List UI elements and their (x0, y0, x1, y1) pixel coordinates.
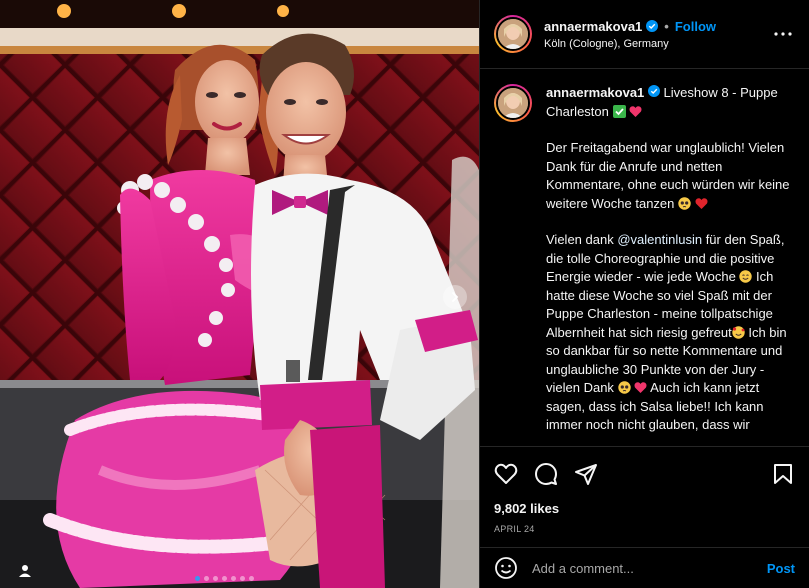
more-horizontal-icon (774, 32, 792, 36)
caption-paragraph-2-start: Vielen dank (546, 232, 618, 247)
location-link[interactable]: Köln (Cologne), Germany (544, 38, 716, 50)
check-mark-button-emoji (612, 104, 626, 118)
more-options-button[interactable] (771, 22, 795, 46)
verified-badge-icon (646, 20, 659, 32)
smiling-face-emoji (739, 270, 753, 283)
carousel-dot (204, 576, 209, 581)
header-username[interactable]: annaermakova1 (544, 19, 642, 34)
sparkling-heart-emoji (634, 381, 647, 394)
save-button[interactable] (771, 462, 795, 486)
smiley-icon (495, 557, 517, 579)
post-date: APRIL 24 (494, 524, 535, 534)
chevron-right-icon (452, 292, 459, 302)
next-slide-button[interactable] (443, 285, 467, 309)
comment-icon (535, 463, 557, 485)
carousel-indicators (195, 576, 254, 581)
verified-badge-icon (647, 85, 660, 97)
carousel-dot (240, 576, 245, 581)
emoji-picker-button[interactable] (494, 556, 518, 580)
pleading-face-emoji (678, 196, 691, 210)
share-button[interactable] (574, 462, 598, 486)
caption-paragraph-1: Der Freitagabend war unglaublich! Vielen… (546, 140, 790, 211)
user-tag-icon (19, 565, 31, 577)
caption-username[interactable]: annaermakova1 (546, 85, 644, 100)
carousel-dot (231, 576, 236, 581)
post-side-panel: annaermakova1 • Follow Köln (Cologne), G… (479, 0, 809, 588)
carousel-dot (195, 576, 200, 581)
avatar[interactable] (494, 15, 532, 53)
caption-text: annaermakova1 Liveshow 8 - Puppe Charles… (546, 84, 795, 435)
heart-icon (494, 463, 518, 484)
caption-avatar[interactable] (494, 84, 532, 122)
post-actions: 9,802 likes APRIL 24 (480, 446, 809, 534)
red-heart-emoji (695, 197, 708, 210)
follow-button[interactable]: Follow (675, 19, 716, 34)
likes-count[interactable]: 9,802 likes (494, 501, 795, 516)
like-button[interactable] (494, 462, 518, 486)
post-header: annaermakova1 • Follow Köln (Cologne), G… (480, 0, 809, 69)
comment-button[interactable] (534, 462, 558, 486)
carousel-dot (213, 576, 218, 581)
sparkling-heart-emoji (629, 105, 642, 118)
comment-input[interactable] (532, 560, 753, 576)
tagged-users-button[interactable] (12, 561, 38, 581)
separator-dot: • (664, 18, 669, 34)
caption-scroll-area[interactable]: annaermakova1 Liveshow 8 - Puppe Charles… (480, 70, 809, 446)
comment-bar: Post (480, 547, 809, 588)
post-photo (0, 0, 479, 588)
pleading-face-emoji (617, 381, 631, 394)
avatar-image (498, 88, 528, 118)
carousel-dot (249, 576, 254, 581)
paper-plane-icon (575, 464, 597, 485)
carousel-dot (222, 576, 227, 581)
mention-link[interactable]: @valentinlusin (617, 232, 702, 247)
avatar-image (498, 19, 528, 49)
smiling-face-with-hearts-emoji (732, 325, 745, 339)
bookmark-icon (774, 464, 792, 484)
post-media[interactable] (0, 0, 479, 588)
post-comment-button[interactable]: Post (767, 561, 795, 576)
